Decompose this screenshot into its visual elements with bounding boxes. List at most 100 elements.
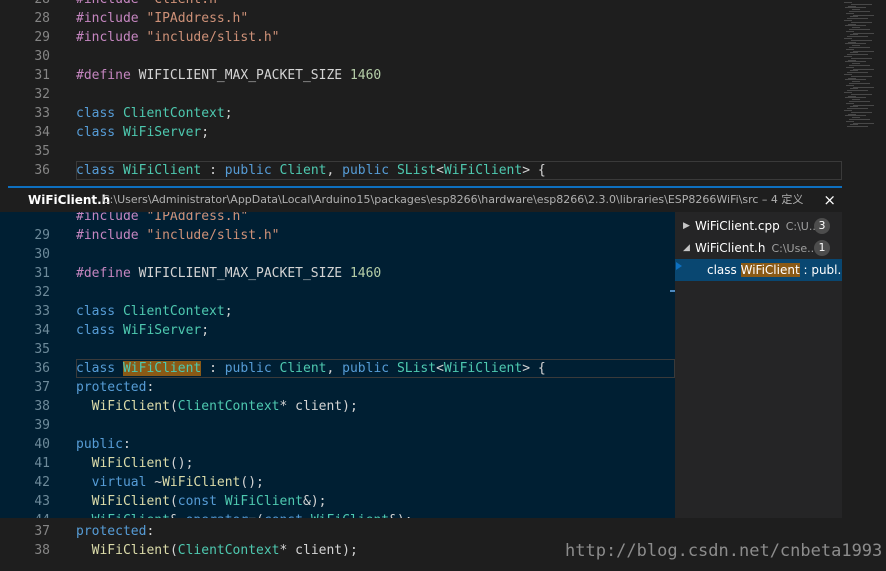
code-line[interactable]: 31 #define WIFICLIENT_MAX_PACKET_SIZE 146… — [0, 264, 675, 283]
reference-item-selected[interactable]: class WiFiClient : publ... — [675, 259, 842, 281]
code-text: #define WIFICLIENT_MAX_PACKET_SIZE 1460 — [76, 68, 382, 83]
code-text: WiFiClient(const WiFiClient&); — [91, 494, 327, 509]
reference-file-location: C:\Use... — [771, 242, 818, 255]
peek-close-button[interactable]: × — [823, 188, 836, 212]
line-number: 34 — [34, 323, 50, 338]
line-number: 32 — [34, 87, 50, 102]
code-line[interactable]: 41 WiFiClient(); — [0, 454, 675, 473]
code-line[interactable]: 35 — [0, 142, 842, 161]
line-number: 42 — [34, 475, 50, 490]
line-number: 28 — [34, 11, 50, 26]
line-number: 41 — [34, 456, 50, 471]
code-line[interactable]: 42 virtual ~WiFiClient(); — [0, 473, 675, 492]
code-line[interactable]: 29 #include "include/slist.h" — [0, 28, 842, 47]
reference-file-item[interactable]: ◢ WiFiClient.h C:\Use... 1 — [675, 237, 842, 259]
code-line[interactable]: 30 — [0, 245, 675, 264]
reference-preview-text: class WiFiClient : publ... — [707, 263, 842, 277]
code-line[interactable]: 33 class ClientContext; — [0, 302, 675, 321]
line-number: 33 — [34, 304, 50, 319]
code-line[interactable]: 43 WiFiClient(const WiFiClient&); — [0, 492, 675, 511]
peek-file-title[interactable]: WiFiClient.h — [28, 188, 110, 212]
code-line[interactable]: 36 class WiFiClient : public Client, publ… — [0, 161, 842, 180]
line-number: 31 — [34, 266, 50, 281]
line-number: 36 — [34, 361, 50, 376]
line-number: 39 — [34, 418, 50, 433]
code-text: #include "IPAddress.h" — [76, 11, 249, 26]
code-line[interactable]: 28 #include "Client.h" — [0, 0, 842, 9]
line-number: 34 — [34, 125, 50, 140]
line-number: 29 — [34, 30, 50, 45]
code-text: class ClientContext; — [76, 106, 233, 121]
minimap[interactable] — [842, 0, 886, 571]
chevron-right-icon[interactable]: ▶ — [683, 215, 690, 237]
reference-count-badge: 3 — [814, 218, 830, 234]
peek-reference-tree[interactable]: ▶ WiFiClient.cpp C:\U... 3 ◢ WiFiClient.h C:\U… — [675, 212, 842, 518]
reference-file-item[interactable]: ▶ WiFiClient.cpp C:\U... 3 — [675, 215, 842, 237]
line-number: 37 — [34, 380, 50, 395]
code-text: virtual ~WiFiClient(); — [91, 475, 264, 490]
peek-header: WiFiClient.h C:\Users\Administrator\AppD… — [8, 188, 842, 212]
editor-main-top[interactable]: 28 #include "Client.h" 28 #include "IPAddre… — [0, 0, 842, 186]
code-text: class ClientContext; — [76, 304, 233, 319]
peek-selection-marker-icon — [676, 262, 682, 270]
code-text: public: — [76, 437, 131, 452]
line-number: 44 — [0, 511, 50, 518]
reference-match: WiFiClient — [740, 263, 800, 277]
code-text: WiFiClient& operator=(const WiFiClient&)… — [76, 511, 413, 518]
line-number: 38 — [34, 399, 50, 414]
code-line[interactable]: 35 — [0, 340, 675, 359]
code-text: #define WIFICLIENT_MAX_PACKET_SIZE 1460 — [76, 266, 382, 281]
code-text: #include "Client.h" — [76, 0, 225, 9]
code-text: WiFiClient(); — [91, 456, 194, 471]
code-text: #include "include/slist.h" — [76, 30, 280, 45]
line-number: 35 — [34, 144, 50, 159]
reference-file-name: WiFiClient.h C:\Use... — [695, 241, 818, 255]
line-number: 38 — [34, 543, 50, 558]
code-text: class WiFiClient : public Client, public… — [76, 163, 546, 178]
minimap-line — [847, 126, 868, 128]
code-text: WiFiClient(ClientContext* client); — [91, 543, 358, 558]
code-text: class WiFiServer; — [76, 323, 210, 338]
code-line[interactable]: 37 protected: — [0, 522, 842, 541]
code-line[interactable]: 37 protected: — [0, 378, 675, 397]
code-line[interactable]: 40 public: — [0, 435, 675, 454]
code-text: #include "IPAddress.h" — [76, 212, 249, 224]
code-line[interactable]: 31 #define WIFICLIENT_MAX_PACKET_SIZE 146… — [0, 66, 842, 85]
code-text: class WiFiServer; — [76, 125, 210, 140]
code-line[interactable]: 32 — [0, 85, 842, 104]
code-line[interactable]: 33 class ClientContext; — [0, 104, 842, 123]
line-number: 37 — [34, 524, 50, 539]
code-text: WiFiClient(ClientContext* client); — [91, 399, 358, 414]
code-line[interactable]: 44 WiFiClient& operator=(const WiFiClien… — [0, 511, 675, 518]
line-number: 36 — [34, 163, 50, 178]
line-number: 40 — [34, 437, 50, 452]
code-line[interactable]: 39 — [0, 416, 675, 435]
peek-file-path: C:\Users\Administrator\AppData\Local\Ard… — [102, 193, 804, 206]
line-number: 43 — [34, 494, 50, 509]
code-line[interactable]: 34 class WiFiServer; — [0, 321, 675, 340]
peek-definition-widget[interactable]: WiFiClient.h C:\Users\Administrator\AppD… — [0, 186, 842, 518]
peek-code-view[interactable]: #include "IPAddress.h" 29 #include "includ… — [0, 212, 675, 518]
code-line[interactable]: #include "IPAddress.h" — [0, 212, 675, 226]
line-number: 29 — [34, 228, 50, 243]
line-number: 32 — [34, 285, 50, 300]
line-number: 31 — [34, 68, 50, 83]
chevron-down-icon[interactable]: ◢ — [683, 237, 690, 259]
code-line[interactable]: 38 WiFiClient(ClientContext* client); — [0, 397, 675, 416]
line-number: 30 — [34, 247, 50, 262]
line-number: 28 — [0, 0, 50, 9]
code-line[interactable]: 30 — [0, 47, 842, 66]
code-text: protected: — [76, 380, 155, 395]
code-line[interactable]: 29 #include "include/slist.h" — [0, 226, 675, 245]
reference-file-name: WiFiClient.cpp C:\U... — [695, 219, 820, 233]
watermark: http://blog.csdn.net/cnbeta1993 — [565, 541, 883, 561]
reference-count-badge: 1 — [814, 240, 830, 256]
code-line[interactable]: 34 class WiFiServer; — [0, 123, 842, 142]
code-text: protected: — [76, 524, 155, 539]
code-line[interactable]: 36 class WiFiClient : public Client, publ… — [0, 359, 675, 378]
code-line[interactable]: 32 — [0, 283, 675, 302]
code-line[interactable]: 28 #include "IPAddress.h" — [0, 9, 842, 28]
line-number: 33 — [34, 106, 50, 121]
code-text: #include "include/slist.h" — [76, 228, 280, 243]
line-number: 35 — [34, 342, 50, 357]
